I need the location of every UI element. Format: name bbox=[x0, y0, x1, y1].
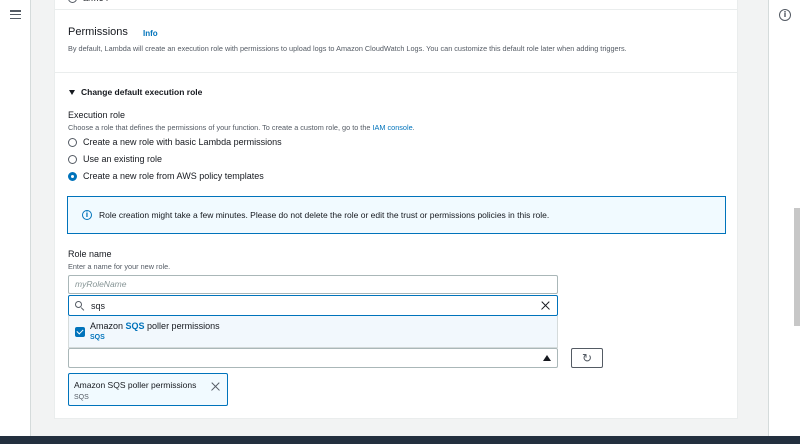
role-option-label: Use an existing role bbox=[83, 154, 163, 164]
change-default-execution-role-expander[interactable]: Change default execution role bbox=[68, 87, 202, 97]
role-option-existing[interactable]: Use an existing role bbox=[68, 154, 162, 164]
permissions-description: By default, Lambda will create an execut… bbox=[68, 44, 627, 53]
permissions-info-link[interactable]: Info bbox=[143, 29, 158, 38]
checkbox-checked-icon[interactable] bbox=[75, 327, 85, 337]
refresh-icon: ↻ bbox=[581, 351, 593, 365]
policy-template-search[interactable]: sqs bbox=[68, 295, 558, 316]
execution-role-description-text: Choose a role that defines the permissio… bbox=[68, 123, 371, 132]
option-label-prefix: Amazon bbox=[90, 321, 126, 331]
search-value: sqs bbox=[91, 300, 106, 311]
left-navigation-rail bbox=[0, 0, 31, 444]
role-name-description: Enter a name for your new role. bbox=[68, 262, 171, 271]
policy-template-option[interactable]: Amazon SQS poller permissions SQS bbox=[68, 316, 558, 348]
refresh-button[interactable]: ↻ bbox=[571, 348, 603, 368]
permissions-panel: arm64 Permissions Info By default, Lambd… bbox=[54, 0, 738, 419]
policy-templates-select[interactable] bbox=[68, 348, 558, 368]
menu-icon[interactable] bbox=[10, 10, 21, 20]
iam-console-link[interactable]: IAM console bbox=[372, 123, 412, 132]
role-name-title: Role name bbox=[68, 249, 112, 259]
role-option-templates[interactable]: Create a new role from AWS policy templa… bbox=[68, 171, 264, 181]
info-icon[interactable]: i bbox=[779, 9, 791, 21]
token-tag: SQS bbox=[74, 394, 89, 401]
radio-arm64[interactable] bbox=[68, 0, 77, 3]
footer-bar bbox=[0, 436, 800, 444]
caret-up-icon bbox=[543, 355, 551, 361]
period: . bbox=[412, 123, 415, 132]
radio-existing[interactable] bbox=[68, 154, 77, 164]
execution-role-title: Execution role bbox=[68, 110, 126, 120]
selected-policy-token: Amazon SQS poller permissions SQS bbox=[68, 373, 228, 406]
radio-basic[interactable] bbox=[68, 137, 77, 147]
remove-token-icon[interactable] bbox=[210, 381, 221, 392]
alert-text: Role creation might take a few minutes. … bbox=[99, 210, 550, 220]
option-label-highlight: SQS bbox=[125, 321, 145, 331]
option-tag: SQS bbox=[90, 334, 105, 341]
role-option-label: Create a new role with basic Lambda perm… bbox=[83, 137, 282, 147]
radio-templates[interactable] bbox=[68, 171, 77, 181]
role-name-input[interactable]: myRoleName bbox=[68, 275, 558, 294]
caret-down-icon bbox=[69, 89, 75, 95]
role-option-basic[interactable]: Create a new role with basic Lambda perm… bbox=[68, 137, 282, 147]
scrollbar[interactable] bbox=[794, 208, 800, 326]
clear-icon[interactable] bbox=[539, 299, 551, 311]
divider bbox=[55, 9, 737, 10]
option-label: Amazon SQS poller permissions bbox=[90, 321, 220, 331]
token-label: Amazon SQS poller permissions bbox=[74, 380, 197, 390]
execution-role-description: Choose a role that defines the permissio… bbox=[68, 123, 415, 132]
info-icon: i bbox=[82, 210, 92, 220]
arm64-label: arm64 bbox=[83, 0, 109, 3]
option-label-suffix: poller permissions bbox=[144, 321, 220, 331]
divider bbox=[55, 72, 737, 73]
role-option-label: Create a new role from AWS policy templa… bbox=[83, 171, 264, 181]
architecture-option-arm64[interactable]: arm64 bbox=[68, 0, 109, 3]
right-help-rail: i bbox=[768, 0, 800, 444]
info-alert: i Role creation might take a few minutes… bbox=[67, 196, 726, 234]
permissions-title: Permissions bbox=[68, 26, 128, 38]
expander-label: Change default execution role bbox=[81, 87, 203, 97]
search-icon bbox=[75, 301, 84, 311]
